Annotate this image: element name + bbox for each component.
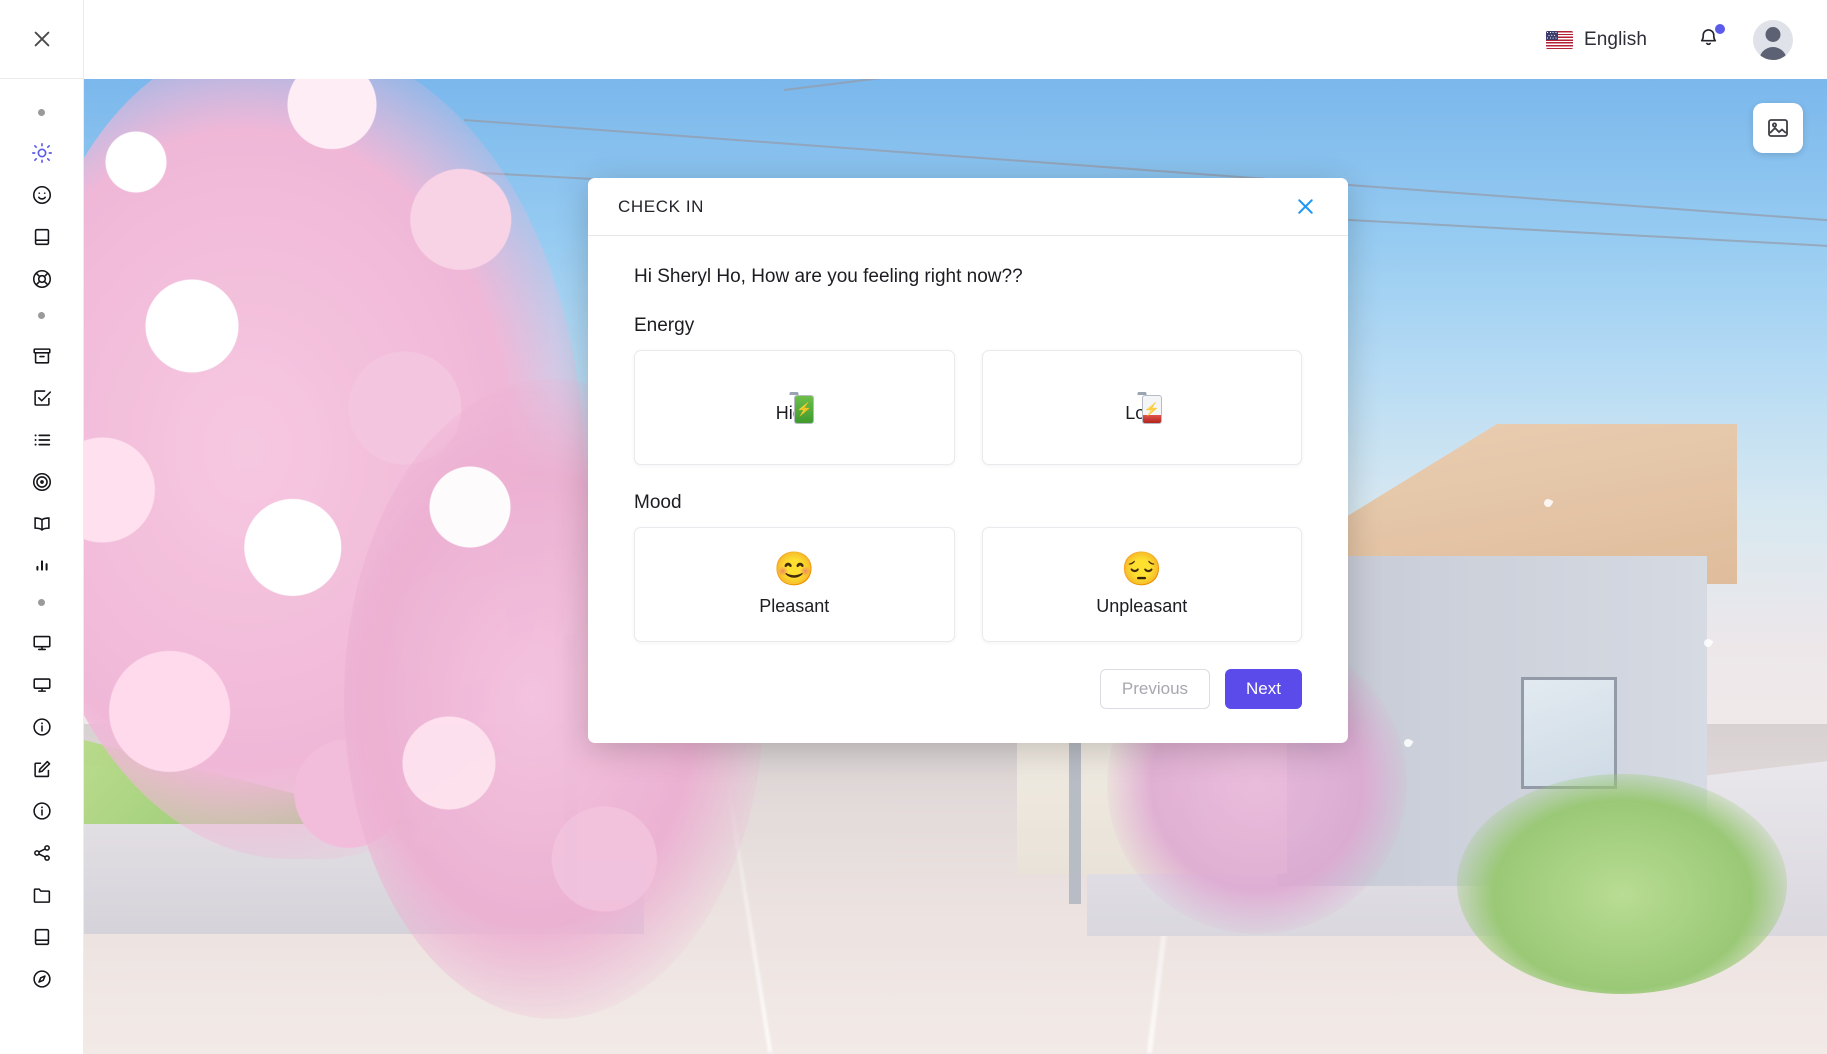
language-selector[interactable]: English <box>1545 28 1647 51</box>
greeting-text: Hi Sheryl Ho, How are you feeling right … <box>634 266 1023 287</box>
check-square-icon <box>31 387 53 409</box>
info-circle-icon <box>31 716 53 738</box>
sidebar-item-monitor-alt-icon[interactable] <box>21 664 63 706</box>
sidebar-item-bar-chart-icon[interactable] <box>21 545 63 587</box>
mood-option-label: Unpleasant <box>1096 596 1188 616</box>
mood-option-unpleasant[interactable]: 😔 Unpleasant <box>981 527 1302 642</box>
modal-header: CHECK IN <box>588 178 1348 236</box>
energy-options: ⚡ High ⚡ Low <box>634 350 1302 465</box>
mood-option-label: Pleasant <box>759 596 830 616</box>
target-icon <box>31 471 53 493</box>
sidebar-item-folder-icon[interactable] <box>21 874 63 916</box>
modal-body: Hi Sheryl Ho, How are you feeling right … <box>588 236 1348 743</box>
background-wire-3 <box>783 79 1827 91</box>
edit-square-icon <box>31 758 53 780</box>
close-icon[interactable] <box>1290 192 1320 222</box>
top-header: English <box>84 0 1827 79</box>
sidebar-item-edit-square-icon[interactable] <box>21 748 63 790</box>
sidebar-group-dot <box>38 109 45 116</box>
sidebar-item-open-book-icon[interactable] <box>21 503 63 545</box>
sidebar-item-share-icon[interactable] <box>21 832 63 874</box>
sidebar-nav[interactable] <box>0 79 84 1054</box>
info-circle-alt-icon <box>31 800 53 822</box>
folder-icon <box>31 884 53 906</box>
modal-actions: Previous Next <box>634 669 1302 709</box>
modal-title: CHECK IN <box>618 196 705 216</box>
lifebuoy-icon <box>31 268 53 290</box>
sidebar-item-info-circle-icon[interactable] <box>21 706 63 748</box>
smiley-face-icon <box>31 184 53 206</box>
background-bush <box>1457 774 1787 994</box>
compass-icon <box>31 968 53 990</box>
sidebar-group-dot <box>38 599 45 606</box>
sidebar-item-lifebuoy-icon[interactable] <box>21 258 63 300</box>
sidebar-item-book-closed-alt-icon[interactable] <box>21 916 63 958</box>
section-label-energy: Energy <box>634 315 695 336</box>
bar-chart-icon <box>31 555 53 577</box>
sidebar-item-archive-box-icon[interactable] <box>21 335 63 377</box>
list-icon <box>31 429 53 451</box>
energy-option-high[interactable]: ⚡ High <box>634 350 955 465</box>
check-in-modal: CHECK IN Hi Sheryl Ho, How are you feeli… <box>588 178 1348 743</box>
background-house-window <box>1521 677 1617 789</box>
previous-button[interactable]: Previous <box>1099 669 1211 709</box>
sidebar-item-sun-icon[interactable] <box>21 132 63 174</box>
language-label: English <box>1583 28 1647 50</box>
book-closed-alt-icon <box>31 926 53 948</box>
sidebar-item-monitor-icon[interactable] <box>21 622 63 664</box>
monitor-icon <box>31 632 53 654</box>
smiling-face-icon: 😊 <box>773 550 815 587</box>
user-avatar-icon[interactable] <box>1753 19 1793 60</box>
notifications-button[interactable] <box>1693 23 1725 55</box>
image-picker-icon[interactable] <box>1753 103 1803 153</box>
sidebar <box>0 0 84 1054</box>
share-icon <box>31 842 53 864</box>
app-root: English CHECK IN Hi Sheryl Ho, How are y… <box>0 0 1827 1054</box>
open-book-icon <box>31 513 53 535</box>
sidebar-item-check-square-icon[interactable] <box>21 377 63 419</box>
mood-option-pleasant[interactable]: 😊 Pleasant <box>634 527 955 642</box>
mood-options: 😊 Pleasant 😔 Unpleasant <box>634 527 1302 642</box>
sidebar-item-list-icon[interactable] <box>21 419 63 461</box>
notification-badge-dot <box>1715 23 1725 34</box>
section-label-mood: Mood <box>634 492 682 513</box>
book-closed-icon <box>31 226 53 248</box>
energy-option-low[interactable]: ⚡ Low <box>981 350 1302 465</box>
close-icon[interactable] <box>27 24 57 54</box>
sidebar-item-target-icon[interactable] <box>21 461 63 503</box>
sidebar-header <box>0 0 84 79</box>
sidebar-group-dot <box>38 312 45 319</box>
pensive-face-icon: 😔 <box>1121 550 1163 587</box>
us-flag-icon <box>1545 30 1573 49</box>
sidebar-item-info-circle-alt-icon[interactable] <box>21 790 63 832</box>
sidebar-item-book-closed-icon[interactable] <box>21 216 63 258</box>
sidebar-item-compass-icon[interactable] <box>21 958 63 1000</box>
next-button[interactable]: Next <box>1225 669 1302 709</box>
monitor-alt-icon <box>31 674 53 696</box>
sidebar-item-smiley-face-icon[interactable] <box>21 174 63 216</box>
archive-box-icon <box>31 345 53 367</box>
sun-icon <box>31 142 53 164</box>
